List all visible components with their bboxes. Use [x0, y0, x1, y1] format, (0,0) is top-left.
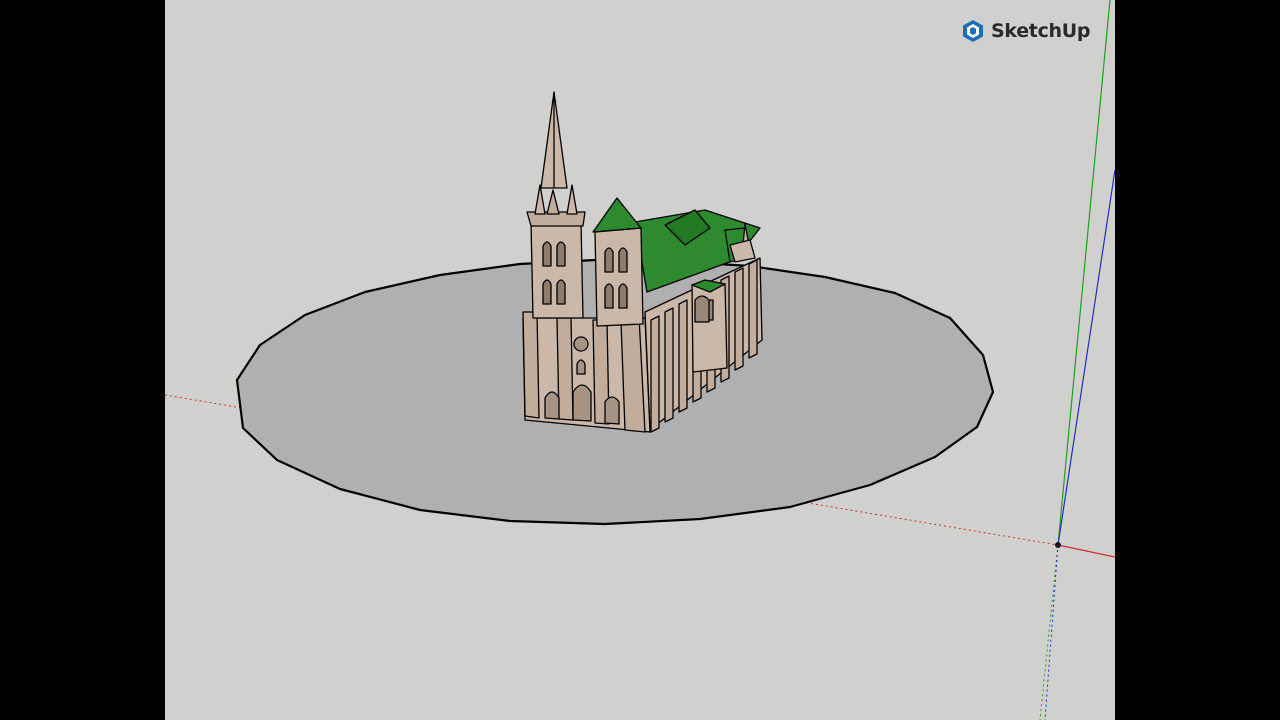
green-axis-solid: [1057, 0, 1111, 546]
blue-axis-solid: [1057, 169, 1115, 546]
north-tower-window: [556, 241, 566, 267]
model-viewport[interactable]: SketchUp: [165, 0, 1115, 720]
spire-pinnacle: [534, 184, 546, 215]
south-tower-window: [618, 247, 628, 273]
axis-origin: [1055, 542, 1061, 548]
spire-pinnacle: [566, 184, 578, 215]
side-window: [694, 295, 710, 323]
north-tower-window: [542, 241, 552, 267]
south-tower: [594, 227, 644, 327]
letterbox-left: [0, 0, 165, 720]
facade-window: [576, 359, 586, 375]
south-tower-window: [604, 247, 614, 273]
south-tower-window: [604, 283, 614, 309]
south-tower-window: [618, 283, 628, 309]
portal-left: [544, 391, 560, 420]
green-axis-dotted: [1039, 544, 1059, 720]
rose-window: [573, 336, 589, 352]
facade-buttress: [522, 311, 540, 419]
south-tower-roof: [592, 197, 642, 233]
spire-pinnacle: [546, 189, 560, 215]
red-axis-solid: [1057, 544, 1115, 558]
letterbox-right: [1115, 0, 1280, 720]
logo-text: SketchUp: [991, 20, 1091, 42]
portal-center: [572, 384, 592, 422]
scene-canvas[interactable]: [165, 0, 1115, 720]
portal-right: [604, 396, 620, 425]
blue-axis-dotted: [1044, 544, 1059, 720]
north-tower-window: [542, 279, 552, 305]
sketchup-logo: SketchUp: [961, 17, 1091, 45]
north-tower-window: [556, 279, 566, 305]
sketchup-logo-icon: [963, 20, 983, 42]
